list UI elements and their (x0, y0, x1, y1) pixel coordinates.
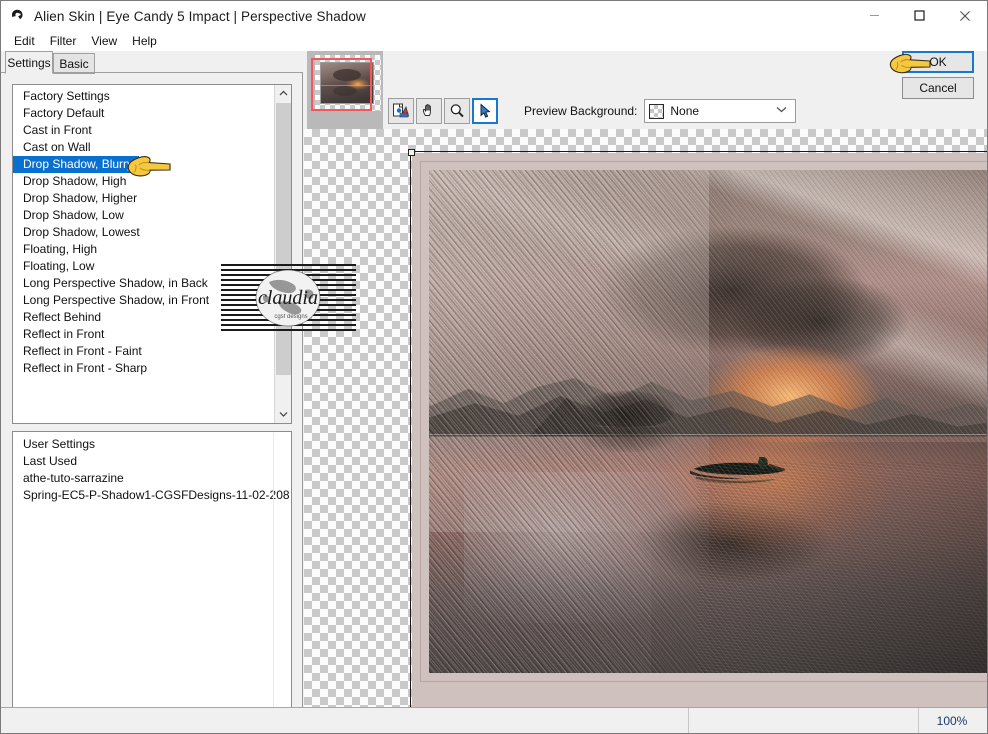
preset-list-container: Factory Settings Factory Default Cast in… (12, 84, 292, 424)
selection-outline (410, 151, 987, 710)
zoom-level-indicator: 100% (936, 713, 968, 728)
user-setting-athe-tuto-sarrazine[interactable]: athe-tuto-sarrazine (13, 470, 291, 487)
preset-item-drop-shadow-blurry-row: Drop Shadow, Blurry (13, 156, 275, 173)
chevron-down-icon (776, 105, 787, 116)
cancel-button[interactable]: Cancel (902, 77, 974, 99)
preset-item-reflect-behind[interactable]: Reflect Behind (13, 309, 275, 326)
preset-item-reflect-in-front-faint[interactable]: Reflect in Front - Faint (13, 343, 275, 360)
navigator-viewport-rect[interactable] (311, 58, 372, 111)
hand-pan-icon-button[interactable] (416, 98, 442, 124)
preview-panel: Preview Background: None (304, 51, 987, 733)
preset-item-drop-shadow-low[interactable]: Drop Shadow, Low (13, 207, 275, 224)
window-title: Alien Skin | Eye Candy 5 Impact | Perspe… (34, 8, 366, 24)
user-settings-header: User Settings (23, 437, 96, 451)
alien-skin-icon (11, 9, 23, 20)
window-controls (852, 1, 987, 30)
menu-filter[interactable]: Filter (44, 33, 86, 50)
checkerboard-swatch-icon (649, 103, 665, 119)
preset-item-long-persp-back[interactable]: Long Perspective Shadow, in Back (13, 275, 275, 292)
preset-item-reflect-in-front-sharp[interactable]: Reflect in Front - Sharp (13, 360, 275, 377)
menubar: Edit Filter View Help (1, 31, 987, 51)
preset-item-drop-shadow-higher[interactable]: Drop Shadow, Higher (13, 190, 275, 207)
statusbar: 100% (1, 707, 987, 733)
preset-item-long-persp-front[interactable]: Long Perspective Shadow, in Front (13, 292, 275, 309)
preset-item-factory-settings[interactable]: Factory Settings (13, 88, 275, 105)
user-list-divider (273, 433, 274, 716)
menu-help[interactable]: Help (126, 33, 166, 50)
preset-list[interactable]: Factory Settings Factory Default Cast in… (13, 85, 275, 423)
preset-item-factory-default[interactable]: Factory Default (13, 105, 275, 122)
preset-item-floating-low[interactable]: Floating, Low (13, 258, 275, 275)
maximize-icon (914, 10, 925, 21)
arrow-select-icon-button[interactable] (472, 98, 498, 124)
preview-background-select[interactable]: None (644, 99, 797, 123)
preset-item-drop-shadow-blurry[interactable]: Drop Shadow, Blurry (13, 156, 140, 173)
menu-view[interactable]: View (85, 33, 126, 50)
preview-canvas[interactable] (304, 129, 987, 710)
selection-handle-top-left[interactable] (408, 149, 415, 156)
statusbar-info-cell (689, 708, 919, 733)
preset-item-floating-high[interactable]: Floating, High (13, 241, 275, 258)
preset-item-drop-shadow-high[interactable]: Drop Shadow, High (13, 173, 275, 190)
menu-edit[interactable]: Edit (8, 33, 44, 50)
eye-candy-dialog: Alien Skin | Eye Candy 5 Impact | Perspe… (0, 0, 988, 734)
preview-background-value: None (670, 104, 700, 118)
navigator-background (307, 51, 383, 129)
chevron-down-icon (279, 412, 288, 417)
settings-panel: Settings Basic Factory Settings Factory … (1, 51, 303, 733)
scrollbar-up-button[interactable] (275, 85, 291, 102)
ok-button[interactable]: OK (902, 51, 974, 73)
minimize-button[interactable] (852, 1, 897, 30)
user-setting-spring-ec5[interactable]: Spring-EC5-P-Shadow1-CGSFDesigns-11-02-2… (13, 487, 291, 504)
preset-item-drop-shadow-lowest[interactable]: Drop Shadow, Lowest (13, 224, 275, 241)
scrollbar-down-button[interactable] (275, 406, 291, 423)
preset-scrollbar[interactable] (274, 85, 291, 423)
minimize-icon (870, 15, 879, 16)
user-settings-list[interactable]: User Settings Last Used athe-tuto-sarraz… (12, 431, 292, 716)
tab-settings[interactable]: Settings (5, 51, 53, 74)
arrow-select-icon (480, 103, 491, 118)
user-setting-last-used[interactable]: Last Used (13, 453, 291, 470)
close-button[interactable] (942, 1, 987, 30)
preview-background-label: Preview Background: (524, 104, 638, 118)
tab-basic[interactable]: Basic (53, 53, 95, 74)
preset-item-cast-in-front[interactable]: Cast in Front (13, 122, 275, 139)
magnifier-zoom-icon (450, 104, 464, 118)
maximize-button[interactable] (897, 1, 942, 30)
close-icon (959, 10, 970, 21)
compare-image-icon-button[interactable] (388, 98, 414, 124)
preset-item-cast-on-wall[interactable]: Cast on Wall (13, 139, 275, 156)
magnifier-zoom-icon-button[interactable] (444, 98, 470, 124)
statusbar-message-cell (1, 708, 689, 733)
preset-item-reflect-in-front[interactable]: Reflect in Front (13, 326, 275, 343)
hand-pan-icon (422, 104, 431, 116)
chevron-up-icon (279, 90, 288, 96)
preview-toolbar: Preview Background: None (388, 93, 987, 129)
compare-image-icon (393, 103, 410, 118)
scrollbar-thumb[interactable] (276, 103, 291, 375)
tabstrip: Settings Basic (1, 51, 303, 74)
titlebar: Alien Skin | Eye Candy 5 Impact | Perspe… (1, 1, 987, 31)
